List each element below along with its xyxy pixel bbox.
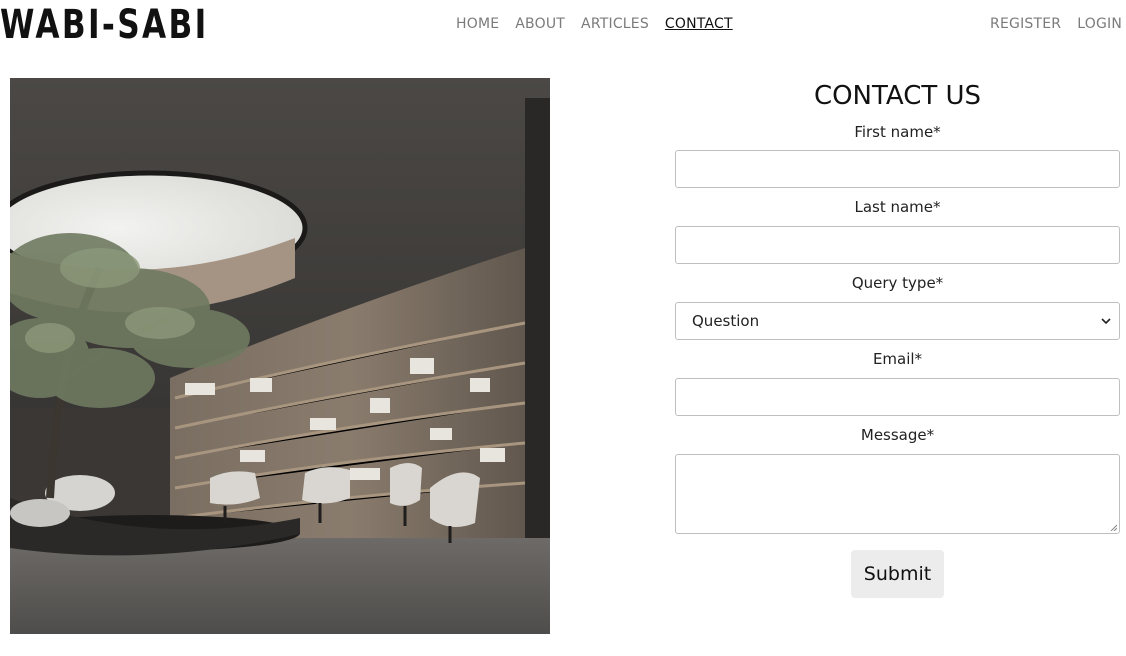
interior-library-photo (10, 78, 550, 634)
message-textarea[interactable] (675, 454, 1120, 534)
last-name-label: Last name* (854, 198, 941, 216)
query-type-selected: Question (692, 312, 760, 330)
page-title: CONTACT US (813, 81, 982, 111)
email-label: Email* (872, 350, 923, 368)
contact-form: CONTACT US First name* Last name* Query … (675, 78, 1120, 598)
site-logo[interactable]: WABI-SABI (0, 2, 209, 48)
submit-row: Submit (675, 550, 1120, 598)
nav-link-register[interactable]: REGISTER (990, 16, 1061, 32)
email-input[interactable] (675, 378, 1120, 416)
resize-handle-icon[interactable] (1109, 523, 1117, 531)
query-type-label: Query type* (851, 274, 944, 292)
submit-button[interactable]: Submit (851, 550, 944, 598)
nav-link-contact[interactable]: CONTACT (665, 16, 733, 32)
main-nav: HOME ABOUT ARTICLES CONTACT (456, 16, 733, 32)
nav-link-login[interactable]: LOGIN (1077, 16, 1122, 32)
message-label: Message* (860, 426, 935, 444)
first-name-input[interactable] (675, 150, 1120, 188)
chevron-down-icon (1101, 318, 1111, 325)
last-name-input[interactable] (675, 226, 1120, 264)
nav-link-articles[interactable]: ARTICLES (581, 16, 649, 32)
account-nav: REGISTER LOGIN (990, 16, 1122, 32)
nav-link-home[interactable]: HOME (456, 16, 499, 32)
nav-link-about[interactable]: ABOUT (515, 16, 565, 32)
query-type-select[interactable]: Question (675, 302, 1120, 340)
first-name-label: First name* (854, 123, 941, 141)
